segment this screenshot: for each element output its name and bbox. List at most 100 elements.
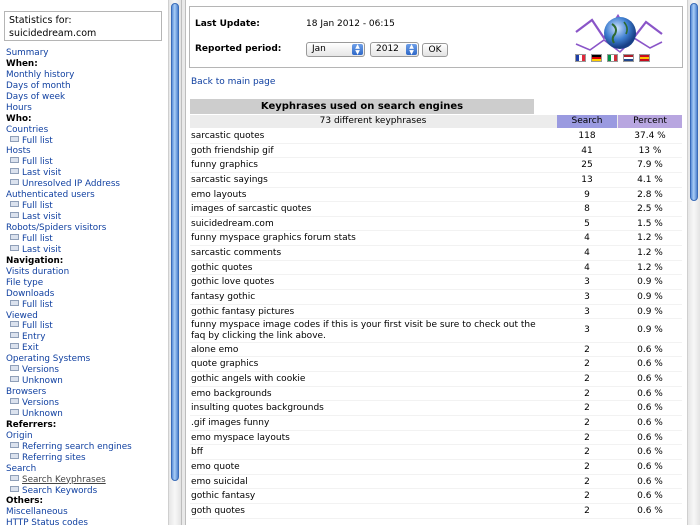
percent-cell: 2.5 %	[637, 204, 663, 215]
menu-item-days-of-week[interactable]: Days of week	[6, 92, 168, 103]
table-row: emo backgrounds 2 0.6 %	[190, 387, 682, 402]
percent-cell: 0.6 %	[637, 344, 663, 355]
menu-item-authenticated-users[interactable]: Authenticated users	[6, 190, 168, 201]
keyphrase-cell: .gif images funny	[191, 418, 270, 429]
search-count-cell: 2	[584, 505, 590, 516]
flag-de-icon[interactable]	[591, 54, 602, 62]
menu-item-full-list[interactable]: Full list	[6, 233, 168, 245]
menu-item-label: Exit	[22, 343, 39, 354]
search-count-cell: 2	[584, 374, 590, 385]
menu-item-referring-sites[interactable]: Referring sites	[6, 452, 168, 464]
flag-es-icon[interactable]	[639, 54, 650, 62]
menu-item-versions[interactable]: Versions	[6, 398, 168, 409]
table-row: gothic quotes 4 1.2 %	[190, 261, 682, 276]
table-row: goth friendship gif 41 13 %	[190, 144, 682, 159]
keyphrase-cell: goth quotes	[191, 505, 245, 516]
menu-item-search-keyphrases[interactable]: Search Keyphrases	[6, 474, 168, 486]
menu-item-label: Viewed	[6, 310, 38, 321]
menu-item-hours[interactable]: Hours	[6, 103, 168, 114]
menu-item-label: Days of month	[6, 80, 71, 91]
menu-item-hosts[interactable]: Hosts	[6, 146, 168, 157]
column-percent: Percent	[618, 115, 682, 128]
flag-nl-icon[interactable]	[623, 54, 634, 62]
menu-item-label: Visits duration	[6, 266, 70, 277]
menu-item-days-of-month[interactable]: Days of month	[6, 81, 168, 92]
menu-item-search[interactable]: Search	[6, 464, 168, 475]
menu-item-label: Unknown	[22, 376, 63, 387]
menu-item-file-type[interactable]: File type	[6, 278, 168, 289]
subitem-icon	[10, 398, 19, 404]
percent-cell: 0.6 %	[637, 505, 663, 516]
menu-item-countries[interactable]: Countries	[6, 125, 168, 136]
percent-cell: 0.9 %	[637, 277, 663, 288]
menu-item-operating-systems[interactable]: Operating Systems	[6, 354, 168, 365]
menu-item-browsers[interactable]: Browsers	[6, 387, 168, 398]
table-row: suicidedream.com 5 1.5 %	[190, 217, 682, 232]
stats-for-box: Statistics for: suicidedream.com	[4, 11, 162, 41]
menu-item-monthly-history[interactable]: Monthly history	[6, 70, 168, 81]
menu-item-label: Full list	[22, 299, 53, 310]
menu-item-viewed[interactable]: Viewed	[6, 311, 168, 322]
menu-item-label: Versions	[22, 365, 59, 376]
menu-item-label: Miscellaneous	[6, 507, 68, 518]
menu-item-unknown[interactable]: Unknown	[6, 408, 168, 420]
main-scrollbar-thumb[interactable]	[690, 3, 698, 201]
sidebar-scrollbar[interactable]	[168, 0, 181, 525]
flag-it-icon[interactable]	[607, 54, 618, 62]
menu-item-robots-spiders-visitors[interactable]: Robots/Spiders visitors	[6, 223, 168, 234]
menu-item-versions[interactable]: Versions	[6, 365, 168, 376]
table-row: gothic fantasy 2 0.6 %	[190, 489, 682, 504]
main-scrollbar[interactable]	[687, 0, 700, 525]
search-count-cell: 2	[584, 447, 590, 458]
menu-item-visits-duration[interactable]: Visits duration	[6, 267, 168, 278]
keyphrase-cell: gothic love quotes	[191, 277, 275, 288]
menu-item-last-visit[interactable]: Last visit	[6, 244, 168, 256]
menu-item-miscellaneous[interactable]: Miscellaneous	[6, 507, 168, 518]
search-count-cell: 13	[581, 174, 593, 185]
menu-item-label: Unresolved IP Address	[22, 179, 120, 190]
menu-section-others: Others:	[6, 496, 168, 507]
menu-item-search-keywords[interactable]: Search Keywords	[6, 485, 168, 497]
menu-item-downloads[interactable]: Downloads	[6, 289, 168, 300]
keyphrase-cell: gothic fantasy pictures	[191, 306, 295, 317]
menu-item-label: Operating Systems	[6, 354, 91, 365]
keyphrase-cell: insulting quotes backgrounds	[191, 403, 324, 414]
back-to-main-link[interactable]: Back to main page	[191, 77, 275, 87]
menu-item-full-list[interactable]: Full list	[6, 299, 168, 311]
subitem-icon	[10, 343, 19, 350]
menu-item-full-list[interactable]: Full list	[6, 201, 168, 212]
menu-item-label: Full list	[22, 135, 53, 146]
menu-item-unresolved-ip-address[interactable]: Unresolved IP Address	[6, 179, 168, 190]
keyphrase-cell: emo layouts	[191, 189, 247, 200]
table-row: .gif images funny 2 0.6 %	[190, 416, 682, 431]
menu-item-full-list[interactable]: Full list	[6, 157, 168, 168]
menu-item-label: Countries	[6, 124, 49, 135]
menu-item-http-status-codes[interactable]: HTTP Status codes	[6, 518, 168, 525]
subitem-icon	[10, 157, 19, 164]
menu-item-entry[interactable]: Entry	[6, 332, 168, 343]
menu-item-full-list[interactable]: Full list	[6, 135, 168, 147]
menu-section-who: Who:	[6, 114, 168, 125]
menu-item-label: Referring search engines	[22, 441, 132, 452]
search-count-cell: 2	[584, 432, 590, 443]
subitem-icon	[10, 441, 19, 448]
menu-item-label: Versions	[22, 398, 59, 408]
menu-item-origin[interactable]: Origin	[6, 431, 168, 442]
menu-item-last-visit[interactable]: Last visit	[6, 168, 168, 179]
reported-period-label: Reported period:	[195, 44, 282, 54]
menu-item-unknown[interactable]: Unknown	[6, 376, 168, 387]
search-count-cell: 3	[584, 277, 590, 288]
sidebar-scrollbar-thumb[interactable]	[171, 3, 179, 481]
month-select[interactable]: Jan ▲ ▼	[306, 42, 365, 57]
ok-button[interactable]: OK	[422, 43, 448, 57]
menu-item-exit[interactable]: Exit	[6, 343, 168, 354]
menu-item-last-visit[interactable]: Last visit	[6, 212, 168, 223]
keyphrase-cell: emo backgrounds	[191, 388, 272, 399]
menu-item-full-list[interactable]: Full list	[6, 321, 168, 332]
percent-cell: 0.6 %	[637, 447, 663, 458]
menu-item-summary[interactable]: Summary	[6, 48, 168, 59]
year-select[interactable]: 2012 ▲ ▼	[370, 42, 419, 57]
menu-item-referring-search-engines[interactable]: Referring search engines	[6, 441, 168, 453]
flag-fr-icon[interactable]	[575, 54, 586, 62]
subitem-icon	[10, 135, 19, 142]
